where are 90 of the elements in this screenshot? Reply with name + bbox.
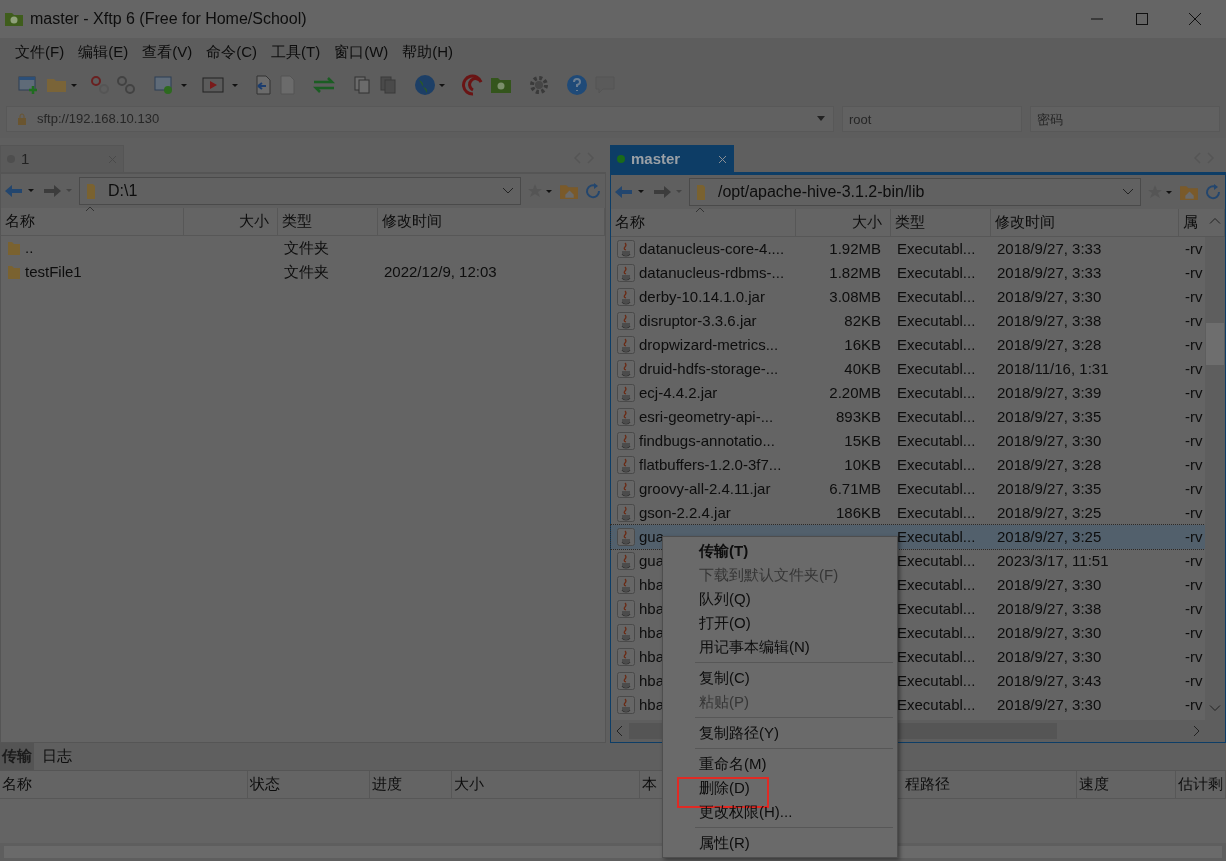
file-name: druid-hdfs-storage-... xyxy=(639,358,779,379)
table-cell-text: 15KB xyxy=(844,430,881,451)
table-cell-text: -rv xyxy=(1185,262,1203,283)
table-cell-text: 40KB xyxy=(844,358,881,379)
table-cell-text: 82KB xyxy=(844,310,881,331)
table-cell-text: -rv xyxy=(1185,646,1203,667)
table-cell-text: 2.20MB xyxy=(829,382,881,403)
file-name: datanucleus-rdbms-... xyxy=(639,262,785,283)
table-cell-text: Executabl... xyxy=(897,598,976,619)
table-cell-text: -rv xyxy=(1185,526,1203,547)
table-cell-text: -rv xyxy=(1185,574,1203,595)
table-cell-text: Executabl... xyxy=(897,430,976,451)
table-cell-text: -rv xyxy=(1185,550,1203,571)
table-cell-text: 893KB xyxy=(835,406,881,427)
table-cell-text: -rv xyxy=(1185,622,1203,643)
table-cell-text: -rv xyxy=(1185,430,1203,451)
window-title: master - Xftp 6 (Free for Home/School) xyxy=(30,9,307,29)
table-cell-text: 2018/9/27, 3:38 xyxy=(997,598,1102,619)
table-cell-text: -rv xyxy=(1185,238,1203,259)
table-cell-text: Executabl... xyxy=(897,310,976,331)
file-name: .. xyxy=(25,237,34,258)
table-cell-text: -rv xyxy=(1185,334,1203,355)
table-cell-text: Executabl... xyxy=(897,550,976,571)
table-cell-text: Executabl... xyxy=(897,670,976,691)
file-name: flatbuffers-1.2.0-3f7... xyxy=(639,454,782,475)
table-cell-text: Executabl... xyxy=(897,262,976,283)
file-name: esri-geometry-api-... xyxy=(639,406,774,427)
table-cell-text: 1.82MB xyxy=(829,262,881,283)
file-name: testFile1 xyxy=(25,261,82,282)
table-cell-text: -rv xyxy=(1185,502,1203,523)
table-cell-text: 2018/9/27, 3:33 xyxy=(997,262,1102,283)
table-cell-text: Executabl... xyxy=(897,646,976,667)
table-cell-text: 2018/9/27, 3:28 xyxy=(997,334,1102,355)
table-cell-text: 2023/3/17, 11:51 xyxy=(997,550,1109,571)
table-cell-text: 2018/9/27, 3:35 xyxy=(997,478,1102,499)
table-cell-text: -rv xyxy=(1185,310,1203,331)
file-name: datanucleus-core-4.... xyxy=(639,238,785,259)
table-cell-text: 2018/9/27, 3:33 xyxy=(997,238,1102,259)
table-cell-text: 2018/9/27, 3:39 xyxy=(997,382,1102,403)
table-cell-text: -rv xyxy=(1185,454,1203,475)
table-cell-text: 2022/12/9, 12:03 xyxy=(384,261,497,282)
table-cell-text: Executabl... xyxy=(897,286,976,307)
table-cell-text: Executabl... xyxy=(897,334,976,355)
file-name: ecj-4.4.2.jar xyxy=(639,382,718,403)
table-cell-text: 2018/9/27, 3:35 xyxy=(997,406,1102,427)
file-name: derby-10.14.1.0.jar xyxy=(639,286,765,307)
table-cell-text: -rv xyxy=(1185,406,1203,427)
table-cell-text: -rv xyxy=(1185,286,1203,307)
table-cell-text: Executabl... xyxy=(897,358,976,379)
table-cell-text: Executabl... xyxy=(897,574,976,595)
table-cell-text: 2018/9/27, 3:25 xyxy=(997,502,1102,523)
table-cell-text: Executabl... xyxy=(897,478,976,499)
table-cell-text: 3.08MB xyxy=(829,286,881,307)
table-cell-text: Executabl... xyxy=(897,622,976,643)
table-cell-text: Executabl... xyxy=(897,694,976,715)
file-name: disruptor-3.3.6.jar xyxy=(639,310,757,331)
table-cell-text: Executabl... xyxy=(897,382,976,403)
table-cell-text: 16KB xyxy=(844,334,881,355)
table-cell-text: 2018/9/27, 3:30 xyxy=(997,694,1102,715)
file-name: dropwizard-metrics... xyxy=(639,334,779,355)
table-cell-text: 2018/9/27, 3:28 xyxy=(997,454,1102,475)
table-cell-text: 1.92MB xyxy=(829,238,881,259)
table-cell-text: Executabl... xyxy=(897,238,976,259)
file-name: findbugs-annotatio... xyxy=(639,430,775,451)
file-name: groovy-all-2.4.11.jar xyxy=(639,478,771,499)
table-cell-text: 文件夹 xyxy=(284,237,329,258)
table-cell-text: 2018/9/27, 3:30 xyxy=(997,430,1102,451)
table-cell-text: 2018/9/27, 3:30 xyxy=(997,574,1102,595)
table-cell-text: 2018/9/27, 3:30 xyxy=(997,286,1102,307)
table-cell-text: 2018/11/16, 1:31 xyxy=(997,358,1109,379)
table-cell-text: Executabl... xyxy=(897,406,976,427)
table-cell-text: Executabl... xyxy=(897,454,976,475)
table-cell-text: 6.71MB xyxy=(829,478,881,499)
table-cell-text: 10KB xyxy=(844,454,881,475)
file-name: gson-2.2.4.jar xyxy=(639,502,731,523)
table-cell-text: -rv xyxy=(1185,478,1203,499)
table-cell-text: -rv xyxy=(1185,670,1203,691)
table-cell-text: 2018/9/27, 3:30 xyxy=(997,646,1102,667)
table-cell-text: 2018/9/27, 3:38 xyxy=(997,310,1102,331)
table-cell-text: Executabl... xyxy=(897,502,976,523)
table-cell-text: -rv xyxy=(1185,598,1203,619)
table-cell-text: -rv xyxy=(1185,694,1203,715)
table-cell-text: 2018/9/27, 3:25 xyxy=(997,526,1102,547)
table-cell-text: Executabl... xyxy=(897,526,976,547)
table-cell-text: 2018/9/27, 3:30 xyxy=(997,622,1102,643)
table-cell-text: -rv xyxy=(1185,358,1203,379)
table-cell-text: 186KB xyxy=(835,502,881,523)
table-cell-text: 文件夹 xyxy=(284,261,329,282)
table-cell-text: -rv xyxy=(1185,382,1203,403)
table-cell-text: 2018/9/27, 3:43 xyxy=(997,670,1102,691)
